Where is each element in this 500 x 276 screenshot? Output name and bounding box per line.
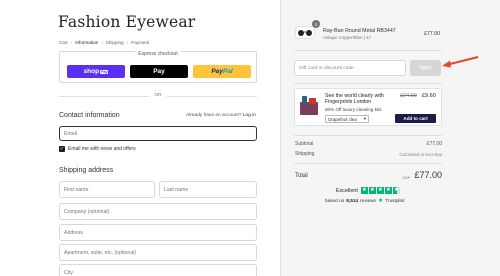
- breadcrumb-separator: ›: [101, 40, 103, 45]
- breadcrumb-shipping: Shipping: [105, 40, 124, 45]
- subtotal-value: £77.00: [426, 141, 442, 147]
- shipping-title: Shipping address: [59, 167, 114, 174]
- star-icon: ★: [392, 187, 400, 194]
- order-summary-panel: [280, 0, 500, 276]
- or-divider: OR: [59, 93, 257, 99]
- star-icon: ★: [384, 187, 392, 194]
- star-icon: ★: [368, 187, 376, 194]
- paypal-button[interactable]: Pay Pal: [193, 65, 251, 78]
- email-placeholder: Email: [64, 130, 77, 137]
- address-field[interactable]: Address: [59, 224, 257, 241]
- shipping-value: Calculated at next step: [399, 152, 442, 157]
- cleaning-kit-icon: [300, 96, 318, 115]
- chevron-down-icon: ▾: [363, 116, 366, 121]
- apply-button[interactable]: Apply: [410, 60, 441, 76]
- breadcrumb-payment: Payment: [131, 40, 150, 45]
- company-field[interactable]: Company (optional): [59, 203, 257, 220]
- glasses-icon: [298, 29, 312, 36]
- divider: [294, 83, 442, 84]
- arrow-pointer-icon: [442, 56, 479, 68]
- upsell-title: See the world clearly with Fingerprints …: [325, 93, 384, 106]
- apple-pay-label: Pay: [153, 68, 165, 75]
- express-checkout: Express checkout shop Pay Pay Pay Pal: [59, 51, 257, 83]
- quantity-badge: 1: [312, 20, 320, 28]
- apartment-field[interactable]: Apartment, suite, etc. (optional): [59, 244, 257, 261]
- breadcrumb-separator: ›: [126, 40, 129, 45]
- star-icon: ★: [360, 187, 368, 194]
- trustpilot-reviews[interactable]: based on 8,514 reviews ★ Trustpilot: [325, 197, 404, 204]
- divider: [294, 163, 442, 164]
- paypal-pay-label: Pay: [211, 68, 223, 75]
- login-hint: Already have an account? Log in: [186, 113, 256, 118]
- breadcrumb-information: Information: [75, 40, 99, 45]
- divider: [294, 135, 442, 136]
- city-placeholder: City: [64, 269, 73, 276]
- add-to-cart-button[interactable]: Add to cart: [395, 114, 436, 123]
- discount-placeholder: Gift card or discount code: [299, 65, 354, 71]
- paypal-pal-label: Pal: [222, 68, 233, 75]
- apartment-placeholder: Apartment, suite, etc. (optional): [64, 249, 137, 256]
- trustpilot-review-count: 8,514: [346, 198, 359, 203]
- upsell-select-value: Grapefruit clea: [328, 116, 357, 122]
- discount-code-field[interactable]: Gift card or discount code: [294, 60, 406, 76]
- login-prompt: Already have an account?: [186, 113, 242, 118]
- apple-pay-button[interactable]: Pay: [130, 65, 188, 78]
- total-amount: £77.00: [414, 170, 442, 180]
- breadcrumb-cart[interactable]: Cart: [59, 40, 68, 45]
- breadcrumb: Cart › Information › Shipping › Payment: [59, 40, 149, 45]
- product-thumbnail: [295, 26, 315, 39]
- shop-pay-label: shop: [83, 68, 100, 75]
- upsell-old-price: £24.00: [400, 93, 417, 99]
- shop-pay-tag: Pay: [100, 69, 109, 74]
- express-checkout-title: Express checkout: [135, 51, 181, 57]
- total-currency: GBP: [402, 175, 411, 180]
- first-name-field[interactable]: First name: [59, 181, 155, 198]
- divider: [294, 50, 442, 51]
- star-icon: ★: [376, 187, 384, 194]
- trustpilot-brand: Trustpilot: [385, 198, 405, 203]
- upsell-card: See the world clearly with Fingerprints …: [294, 88, 442, 126]
- contact-title: Contact information: [59, 112, 120, 119]
- breadcrumb-separator: ›: [70, 40, 73, 45]
- trustpilot-star-icon: ★: [377, 198, 384, 204]
- first-name-placeholder: First name: [64, 186, 89, 193]
- trustpilot-rating-word: Excellent: [336, 187, 358, 194]
- product-price: £77.00: [424, 31, 440, 37]
- upsell-subtitle: 60% Off luxury cleaning kits: [325, 107, 382, 112]
- login-link[interactable]: Log in: [243, 113, 256, 118]
- trustpilot-stars: ★ ★ ★ ★ ★: [360, 187, 400, 194]
- upsell-variant-select[interactable]: Grapefruit clea ▾: [325, 115, 369, 123]
- newsletter-checkbox[interactable]: ✓: [59, 146, 65, 152]
- or-text: OR: [149, 93, 167, 98]
- shop-pay-button[interactable]: shop Pay: [67, 65, 125, 78]
- newsletter-label: Email me with news and offers: [68, 146, 136, 152]
- subtotal-label: Subtotal: [295, 141, 314, 147]
- company-placeholder: Company (optional): [64, 208, 110, 215]
- email-field[interactable]: Email: [59, 126, 257, 141]
- last-name-placeholder: Last name: [164, 186, 189, 193]
- trustpilot-rating: Excellent ★ ★ ★ ★ ★: [336, 187, 400, 194]
- newsletter-option[interactable]: ✓ Email me with news and offers: [59, 146, 136, 152]
- city-field[interactable]: City: [59, 264, 257, 276]
- last-name-field[interactable]: Last name: [159, 181, 257, 198]
- trustpilot-based-on: based on: [325, 198, 345, 203]
- upsell-new-price: £9.60: [422, 93, 436, 99]
- trustpilot-reviews-word: reviews: [360, 198, 376, 203]
- total-label: Total: [295, 173, 308, 179]
- product-name: Ray-Ban Round Metal RB3447: [323, 28, 396, 34]
- shipping-label: Shipping: [295, 151, 315, 157]
- brand-logo[interactable]: Fashion Eyewear: [58, 13, 195, 31]
- address-placeholder: Address: [64, 229, 84, 236]
- product-variant: Antique Copper/Blue | 47: [323, 35, 371, 40]
